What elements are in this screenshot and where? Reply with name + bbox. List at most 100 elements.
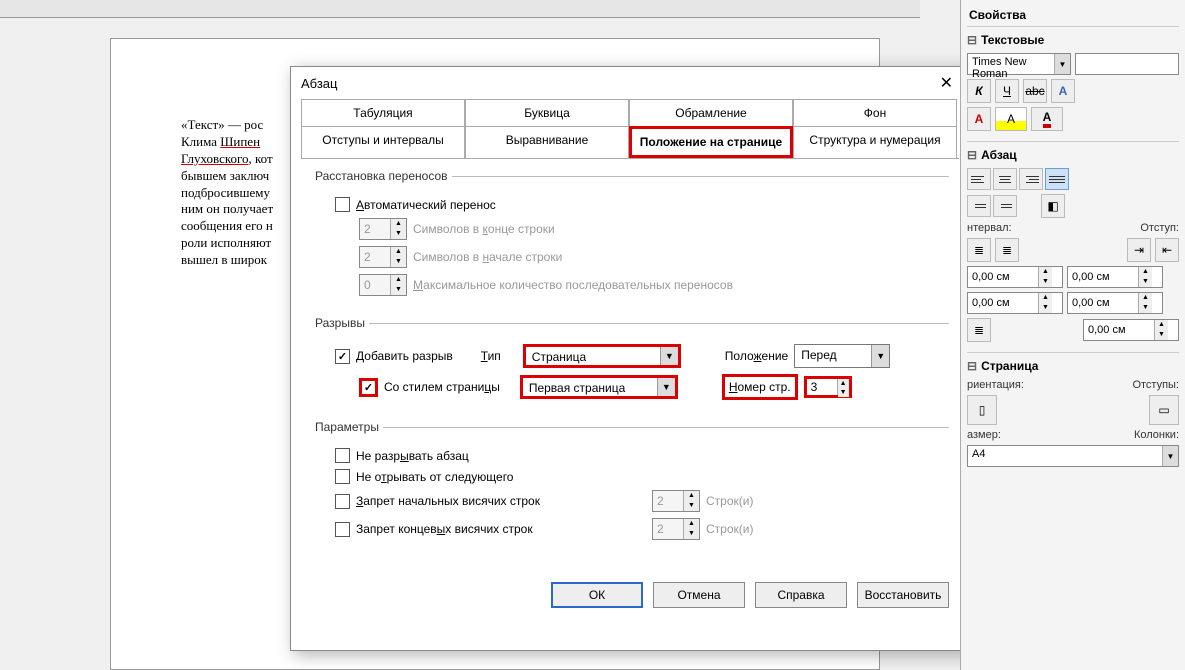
no-split-label: Не разрывать абзац (356, 449, 469, 463)
text-properties-group: Текстовые Times New Roman ▼ К Ч abc A A … (967, 26, 1179, 141)
chevron-down-icon: ▼ (684, 501, 699, 511)
sidebar-panel: Свойства Текстовые Times New Roman ▼ К Ч… (960, 0, 1185, 670)
indent-dec-icon[interactable]: ⇤ (1155, 238, 1179, 262)
position-label: Положение (725, 349, 788, 363)
widow-label: Запрет концевых висячих строк (356, 522, 646, 536)
underline-icon[interactable]: Ч (995, 79, 1019, 103)
type-label: Тип (481, 349, 501, 363)
align-left-icon[interactable] (967, 168, 991, 190)
chevron-down-icon: ▼ (391, 229, 406, 239)
align-right-icon[interactable] (1019, 168, 1043, 190)
dialog-buttons: ОК Отмена Справка Восстановить (291, 570, 969, 620)
keep-next-checkbox[interactable] (335, 469, 350, 484)
close-icon[interactable]: ✕ (934, 73, 959, 93)
font-format-icon[interactable]: A (1051, 79, 1075, 103)
tab-text-flow[interactable]: Положение на странице (629, 126, 793, 158)
indent-right-spinner[interactable]: ▲▼ (1067, 292, 1163, 314)
page-size-combo[interactable]: A4 ▼ (967, 445, 1179, 467)
tab-indents[interactable]: Отступы и интервалы (301, 126, 465, 158)
paragraph-properties-group: Абзац ◧ нтервал: Отступ: ≣ ≣ ⇥ ⇤ ▲▼ ▲▼ (967, 141, 1179, 352)
chevron-up-icon[interactable]: ▲ (838, 379, 849, 388)
chevron-up-icon: ▲ (1155, 320, 1168, 330)
page-num-label: Номер стр. (722, 374, 798, 400)
spacing-inc-icon[interactable]: ≣ (967, 238, 991, 262)
tab-tabulation[interactable]: Табуляция (301, 99, 465, 126)
paragraph-dialog: Абзац ✕ Табуляция Буквица Обрамление Фон… (290, 66, 970, 651)
orientation-portrait-icon[interactable]: ▯ (967, 395, 997, 425)
page-style-combo[interactable]: Первая страница ▼ (520, 375, 678, 399)
page-style-checkbox[interactable] (359, 378, 378, 397)
page-style-label: Со стилем страницы (384, 380, 500, 394)
orphan-label: Запрет начальных висячих строк (356, 494, 646, 508)
indent-inc-icon[interactable]: ⇥ (1127, 238, 1151, 262)
breaks-fieldset: Разрывы Добавить разрыв Тип Страница ▼ П… (311, 316, 949, 406)
spacing-below-spinner[interactable]: ▲▼ (967, 292, 1063, 314)
reset-button[interactable]: Восстановить (857, 582, 949, 608)
font-name-combo[interactable]: Times New Roman ▼ (967, 53, 1071, 75)
max-hyphen-label: Максимальное количество последовательных… (413, 278, 733, 292)
tab-dropcap[interactable]: Буквица (465, 99, 629, 126)
spacing-dec-icon[interactable]: ≣ (995, 238, 1019, 262)
orphan-unit: Строк(и) (706, 494, 753, 508)
chevron-down-icon: ▼ (1162, 446, 1178, 466)
break-type-combo[interactable]: Страница ▼ (523, 344, 681, 368)
chevron-down-icon: ▼ (1139, 303, 1152, 313)
chars-start-spinner: ▲▼ (359, 246, 407, 268)
chevron-up-icon: ▲ (1039, 267, 1052, 277)
bullets-icon[interactable] (967, 195, 991, 217)
page-num-spinner[interactable]: ▲▼ (804, 376, 852, 398)
sidebar-title: Свойства (969, 8, 1177, 22)
indent-left-spinner[interactable]: ▲▼ (1067, 266, 1163, 288)
first-line-spinner[interactable]: ▲▼ (1083, 319, 1179, 341)
para-group-title[interactable]: Абзац (967, 148, 1179, 162)
size-label: азмер: (967, 429, 1001, 441)
break-position-combo[interactable]: Перед ▼ (794, 344, 890, 368)
orphan-checkbox[interactable] (335, 494, 350, 509)
numbering-icon[interactable] (993, 195, 1017, 217)
margins-label: Отступы: (1132, 379, 1179, 391)
font-color-icon[interactable]: A (967, 107, 991, 131)
tab-background[interactable]: Фон (793, 99, 957, 126)
tab-alignment[interactable]: Выравнивание (465, 126, 629, 158)
chevron-down-icon: ▼ (1039, 303, 1052, 313)
highlight-icon[interactable]: A (995, 107, 1027, 131)
chevron-down-icon: ▼ (1054, 54, 1070, 74)
keep-next-label: Не отрывать от следующего (356, 470, 513, 484)
char-bg-icon[interactable]: A (1031, 107, 1063, 131)
insert-break-checkbox[interactable] (335, 349, 350, 364)
chevron-down-icon[interactable]: ▼ (838, 388, 849, 397)
strike-icon[interactable]: abc (1023, 79, 1047, 103)
chevron-down-icon: ▼ (684, 529, 699, 539)
orientation-label: риентация: (967, 379, 1024, 391)
no-split-checkbox[interactable] (335, 448, 350, 463)
widow-checkbox[interactable] (335, 522, 350, 537)
dialog-titlebar[interactable]: Абзац ✕ (291, 67, 969, 99)
tab-borders[interactable]: Обрамление (629, 99, 793, 126)
chevron-up-icon: ▲ (391, 219, 406, 229)
help-button[interactable]: Справка (755, 582, 847, 608)
spacing-above-spinner[interactable]: ▲▼ (967, 266, 1063, 288)
chevron-up-icon: ▲ (1139, 267, 1152, 277)
chevron-down-icon: ▼ (1139, 277, 1152, 287)
bold-icon[interactable]: К (967, 79, 991, 103)
page-group-title[interactable]: Страница (967, 359, 1179, 373)
line-spacing-icon[interactable]: ≣ (967, 318, 991, 342)
hyphenation-legend: Расстановка переносов (311, 169, 452, 183)
font-size-combo[interactable] (1075, 53, 1179, 75)
chevron-up-icon: ▲ (1039, 293, 1052, 303)
para-bg-icon[interactable]: ◧ (1041, 194, 1065, 218)
interval-label: нтервал: (967, 222, 1012, 234)
align-center-icon[interactable] (993, 168, 1017, 190)
margins-icon[interactable]: ▭ (1149, 395, 1179, 425)
cancel-button[interactable]: Отмена (653, 582, 745, 608)
align-justify-icon[interactable] (1045, 168, 1069, 190)
chevron-down-icon: ▼ (657, 378, 675, 396)
text-group-title[interactable]: Текстовые (967, 33, 1179, 47)
tab-outline[interactable]: Структура и нумерация (793, 126, 957, 158)
chevron-down-icon: ▼ (1039, 277, 1052, 287)
auto-hyphen-checkbox[interactable] (335, 197, 350, 212)
chevron-down-icon: ▼ (871, 345, 889, 367)
ok-button[interactable]: ОК (551, 582, 643, 608)
dialog-tabs: Табуляция Буквица Обрамление Фон Отступы… (301, 99, 959, 159)
widow-spinner: ▲▼ (652, 518, 700, 540)
